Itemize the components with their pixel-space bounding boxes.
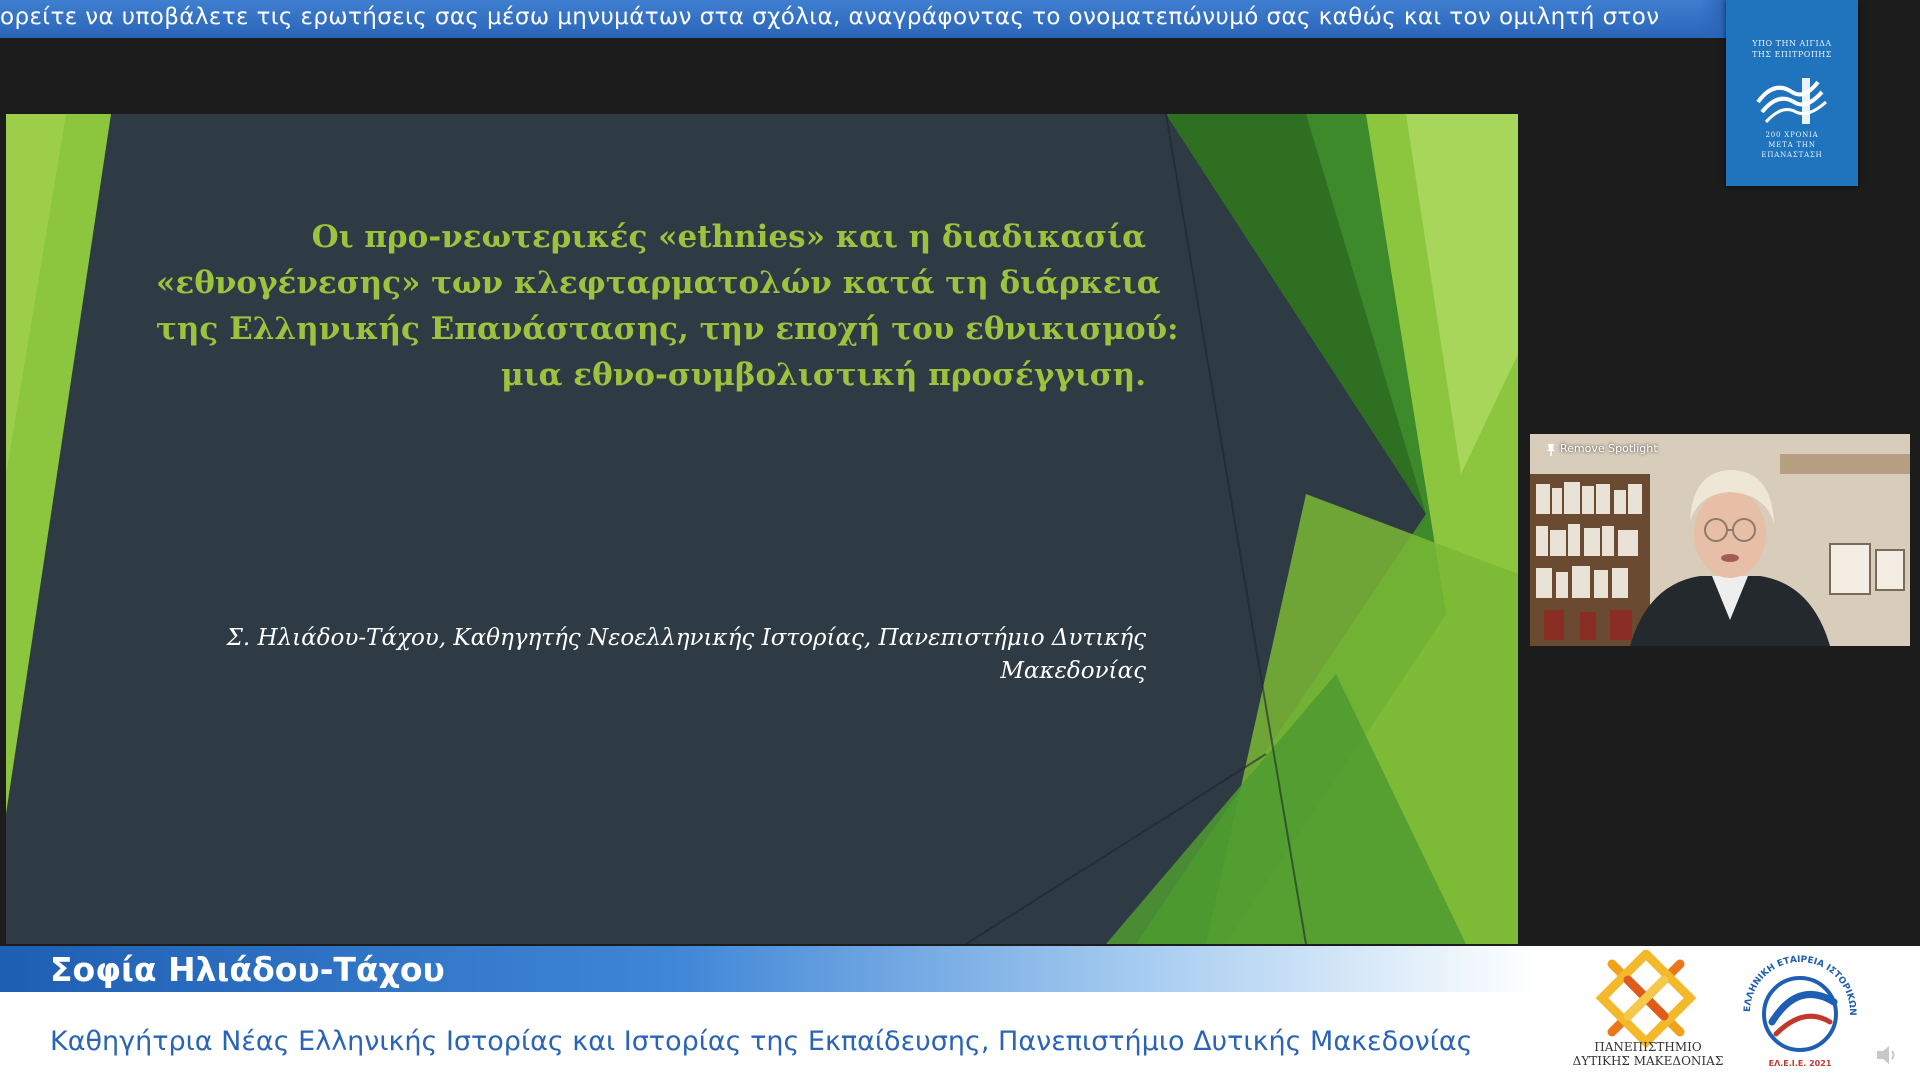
ticker-fade xyxy=(1698,0,1728,38)
slide-title-line: μια εθνο-συμβολιστική προσέγγιση. xyxy=(500,357,1146,393)
badge-bottom-line-1: 200 ΧΡΟΝΙΑ xyxy=(1765,131,1819,139)
badge-bottom-text: 200 ΧΡΟΝΙΑ ΜΕΤΑ ΤΗΝ ΕΠΑΝΑΣΤΑΣΗ xyxy=(1726,130,1858,160)
badge-top-text: ΥΠΟ ΤΗΝ ΑΙΓΙΔΑ ΤΗΣ ΕΠΙΤΡΟΠΗΣ xyxy=(1726,38,1858,60)
bicentennial-logo-icon xyxy=(1756,78,1827,124)
ticker-text: ορείτε να υποβάλετε τις ερωτήσεις σας μέ… xyxy=(0,4,1660,30)
pin-icon[interactable] xyxy=(1546,444,1556,456)
slide-title: Οι προ-νεωτερικές «ethnies» και η διαδικ… xyxy=(156,214,1179,398)
university-logo-line-2: ΔΥΤΙΚΗΣ ΜΑΚΕΔΟΝΙΑΣ xyxy=(1572,1054,1724,1068)
badge-top-line-2: ΤΗΣ ΕΠΙΤΡΟΠΗΣ xyxy=(1752,50,1832,59)
society-logo-year: ΕΛ.Ε.Ι.Ε. 2021 xyxy=(1769,1059,1832,1068)
presentation-slide: Οι προ-νεωτερικές «ethnies» και η διαδικ… xyxy=(6,114,1518,944)
slide-author: Σ. Ηλιάδου-Τάχου, Καθηγητής Νεοελληνικής… xyxy=(156,622,1146,688)
slide-title-line: της Ελληνικής Επανάστασης, την εποχή του… xyxy=(156,311,1179,347)
remove-spotlight-button[interactable]: Remove Spotlight xyxy=(1560,442,1658,455)
speaker-video-feed xyxy=(1530,434,1910,646)
university-logo-text: ΠΑΝΕΠΙΣΤΗΜΙΟ ΔΥΤΙΚΗΣ ΜΑΚΕΔΟΝΙΑΣ xyxy=(1570,1040,1726,1068)
speaker-icon[interactable] xyxy=(1874,1042,1900,1068)
badge-bottom-line-2: ΜΕΤΑ ΤΗΝ xyxy=(1768,141,1816,149)
speaker-title: Καθηγήτρια Νέας Ελληνικής Ιστορίας και Ι… xyxy=(50,1026,1473,1057)
badge-bottom-line-3: ΕΠΑΝΑΣΤΑΣΗ xyxy=(1761,151,1823,159)
bicentennial-committee-badge: ΥΠΟ ΤΗΝ ΑΙΓΙΔΑ ΤΗΣ ΕΠΙΤΡΟΠΗΣ 200 ΧΡΟΝΙΑ … xyxy=(1726,0,1858,186)
university-logo-line-1: ΠΑΝΕΠΙΣΤΗΜΙΟ xyxy=(1594,1040,1702,1054)
slide-title-line: Οι προ-νεωτερικές «ethnies» και η διαδικ… xyxy=(311,219,1146,255)
slide-title-line: «εθνογένεσης» των κλεφταρματολών κατά τη… xyxy=(156,265,1161,301)
slide-author-line: Μακεδονίας xyxy=(1000,658,1146,684)
slide-author-line: Σ. Ηλιάδου-Τάχου, Καθηγητής Νεοελληνικής… xyxy=(226,625,1146,651)
questions-ticker: ορείτε να υποβάλετε τις ερωτήσεις σας μέ… xyxy=(0,0,1728,38)
history-society-logo-icon: ΕΛΛΗΝΙΚΗ ΕΤΑΙΡΕΙΑ ΙΣΤΟΡΙΚΩΝ ΤΗΣ ΕΚΠΑΙΔΕΥ… xyxy=(1738,950,1858,1070)
speaker-name: Σοφία Ηλιάδου-Τάχου xyxy=(50,950,445,989)
speaker-video-tile[interactable]: Remove Spotlight xyxy=(1530,434,1910,646)
badge-top-line-1: ΥΠΟ ΤΗΝ ΑΙΓΙΔΑ xyxy=(1752,39,1832,48)
